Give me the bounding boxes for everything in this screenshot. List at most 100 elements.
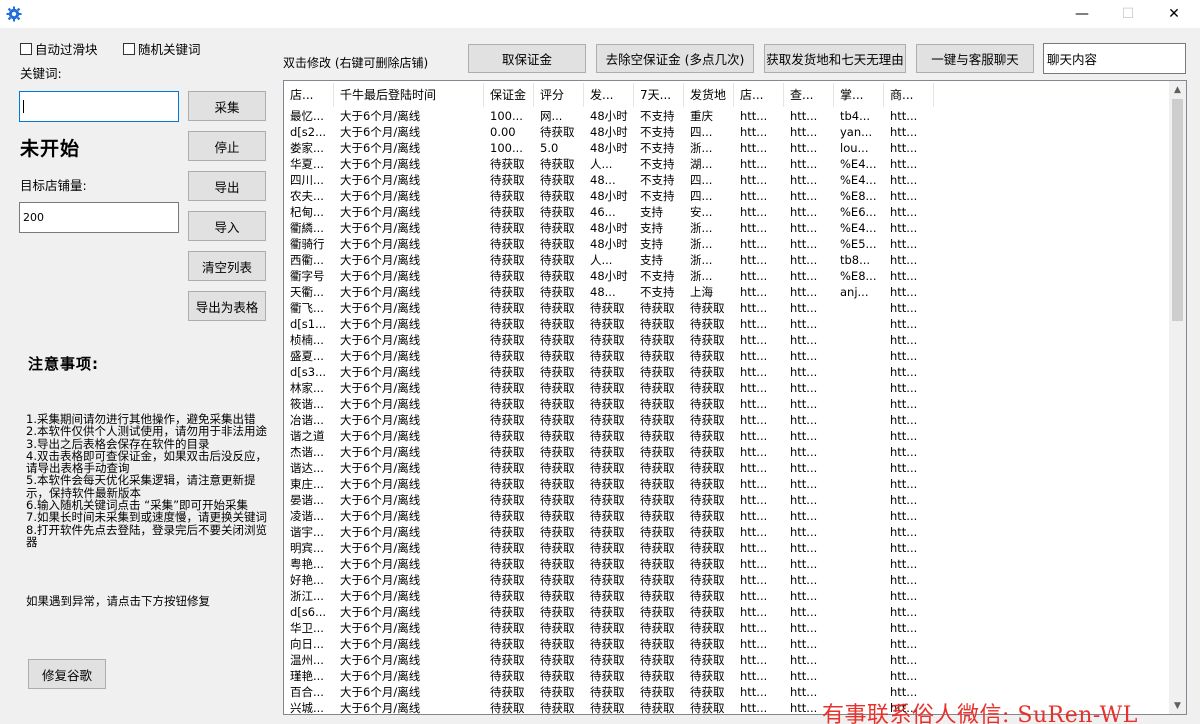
table-row[interactable]: 衢字号 大于6个月/离线 待获取 待获取 48小时 不支持 浙... htt... htt...… [284, 268, 934, 284]
table-cell[interactable]: 大于6个月/离线 [334, 476, 484, 492]
table-cell[interactable]: 待获取 [534, 556, 584, 572]
table-cell[interactable]: 待获取 [534, 316, 584, 332]
table-cell[interactable]: 衢繗... [284, 220, 334, 236]
table-cell[interactable]: 待获取 [534, 652, 584, 668]
table-cell[interactable]: %E4... [834, 172, 884, 188]
table-cell[interactable]: 待获取 [634, 396, 684, 412]
table-cell[interactable]: 待获取 [584, 380, 634, 396]
table-cell[interactable]: htt... [734, 236, 784, 252]
get-deposit-button[interactable]: 取保证金 [468, 44, 586, 73]
column-header[interactable]: 店... [734, 83, 784, 107]
table-cell[interactable]: tb8... [834, 252, 884, 268]
table-row[interactable]: 四川... 大于6个月/离线 待获取 待获取 48... 不支持 四... htt... htt… [284, 172, 934, 188]
table-cell[interactable]: 桢楠... [284, 332, 334, 348]
table-cell[interactable]: 待获取 [534, 444, 584, 460]
table-row[interactable]: 谐达... 大于6个月/离线 待获取 待获取 待获取 待获取 待获取 htt... htt...… [284, 460, 934, 476]
table-cell[interactable]: 大于6个月/离线 [334, 588, 484, 604]
table-cell[interactable] [834, 332, 884, 348]
table-cell[interactable]: 待获取 [534, 588, 584, 604]
table-cell[interactable]: 待获取 [684, 332, 734, 348]
table-cell[interactable] [834, 380, 884, 396]
table-cell[interactable]: 待获取 [684, 684, 734, 700]
table-cell[interactable]: 瑾艳... [284, 668, 334, 684]
table-cell[interactable]: htt... [734, 604, 784, 620]
table-cell[interactable]: 浙... [684, 236, 734, 252]
table-cell[interactable]: 大于6个月/离线 [334, 316, 484, 332]
table-row[interactable]: 农夫... 大于6个月/离线 待获取 待获取 48小时 不支持 四... htt... htt.… [284, 188, 934, 204]
table-cell[interactable]: 待获取 [584, 556, 634, 572]
column-header[interactable]: 发... [584, 83, 634, 107]
table-cell[interactable]: htt... [884, 204, 934, 220]
table-cell[interactable]: htt... [734, 412, 784, 428]
table-cell[interactable]: 待获取 [484, 636, 534, 652]
table-cell[interactable]: 待获取 [684, 652, 734, 668]
table-cell[interactable]: 待获取 [584, 396, 634, 412]
column-header[interactable]: 评分 [534, 83, 584, 107]
table-cell[interactable]: 待获取 [534, 172, 584, 188]
table-cell[interactable]: 杞甸... [284, 204, 334, 220]
table-cell[interactable]: 西衢... [284, 252, 334, 268]
table-cell[interactable]: 待获取 [484, 156, 534, 172]
table-cell[interactable]: htt... [784, 348, 834, 364]
keyword-input[interactable] [19, 91, 179, 122]
table-cell[interactable]: tb4... [834, 108, 884, 124]
table-cell[interactable]: htt... [884, 524, 934, 540]
table-cell[interactable] [834, 492, 884, 508]
table-cell[interactable]: 待获取 [584, 332, 634, 348]
table-cell[interactable]: 谐宇... [284, 524, 334, 540]
table-cell[interactable]: 待获取 [484, 476, 534, 492]
table-cell[interactable]: htt... [734, 444, 784, 460]
table-cell[interactable]: 百合... [284, 684, 334, 700]
table-cell[interactable]: 待获取 [584, 652, 634, 668]
table-cell[interactable]: 待获取 [484, 588, 534, 604]
table-cell[interactable]: 杰谐... [284, 444, 334, 460]
repair-chrome-button[interactable]: 修复谷歌 [28, 659, 106, 689]
table-cell[interactable] [834, 604, 884, 620]
table-cell[interactable] [834, 524, 884, 540]
table-cell[interactable]: 待获取 [534, 636, 584, 652]
table-cell[interactable]: %E8... [834, 188, 884, 204]
table-cell[interactable]: 待获取 [484, 236, 534, 252]
table-cell[interactable]: htt... [734, 108, 784, 124]
table-row[interactable]: 西衢... 大于6个月/离线 待获取 待获取 人... 支持 浙... htt... htt..… [284, 252, 934, 268]
table-row[interactable]: 明宾... 大于6个月/离线 待获取 待获取 待获取 待获取 待获取 htt... htt...… [284, 540, 934, 556]
table-row[interactable]: 衢骑行 大于6个月/离线 待获取 待获取 48小时 支持 浙... htt... htt...%… [284, 236, 934, 252]
table-cell[interactable]: 待获取 [534, 268, 584, 284]
table-cell[interactable]: 48小时 [584, 268, 634, 284]
table-cell[interactable]: 待获取 [484, 444, 534, 460]
table-cell[interactable]: 待获取 [484, 556, 534, 572]
table-cell[interactable]: 待获取 [634, 668, 684, 684]
table-row[interactable]: 好艳... 大于6个月/离线 待获取 待获取 待获取 待获取 待获取 htt... htt...… [284, 572, 934, 588]
table-cell[interactable]: 待获取 [584, 588, 634, 604]
table-cell[interactable]: 待获取 [684, 316, 734, 332]
table-row[interactable]: 杞甸... 大于6个月/离线 待获取 待获取 46... 支持 安... htt... htt.… [284, 204, 934, 220]
table-cell[interactable]: 大于6个月/离线 [334, 380, 484, 396]
table-row[interactable]: 浙江... 大于6个月/离线 待获取 待获取 待获取 待获取 待获取 htt... htt...… [284, 588, 934, 604]
table-cell[interactable]: htt... [884, 140, 934, 156]
table-cell[interactable]: htt... [734, 620, 784, 636]
table-cell[interactable]: 待获取 [534, 492, 584, 508]
table-cell[interactable]: 大于6个月/离线 [334, 604, 484, 620]
table-cell[interactable]: 待获取 [484, 364, 534, 380]
table-cell[interactable]: 待获取 [584, 636, 634, 652]
table-cell[interactable]: htt... [884, 220, 934, 236]
table-cell[interactable]: htt... [884, 316, 934, 332]
table-cell[interactable]: htt... [734, 556, 784, 572]
table-cell[interactable]: htt... [784, 668, 834, 684]
table-cell[interactable]: htt... [734, 252, 784, 268]
table-cell[interactable]: 待获取 [684, 572, 734, 588]
table-cell[interactable] [834, 652, 884, 668]
table-cell[interactable] [834, 572, 884, 588]
table-row[interactable]: 华卫... 大于6个月/离线 待获取 待获取 待获取 待获取 待获取 htt... htt...… [284, 620, 934, 636]
table-cell[interactable]: htt... [884, 604, 934, 620]
table-cell[interactable]: htt... [784, 204, 834, 220]
table-cell[interactable]: 待获取 [634, 364, 684, 380]
table-cell[interactable]: htt... [734, 428, 784, 444]
table-cell[interactable] [834, 300, 884, 316]
table-cell[interactable]: 最忆... [284, 108, 334, 124]
table-cell[interactable]: 待获取 [484, 460, 534, 476]
table-cell[interactable]: lou... [834, 140, 884, 156]
table-cell[interactable]: 四川... [284, 172, 334, 188]
table-cell[interactable] [834, 428, 884, 444]
table-cell[interactable]: 待获取 [534, 524, 584, 540]
